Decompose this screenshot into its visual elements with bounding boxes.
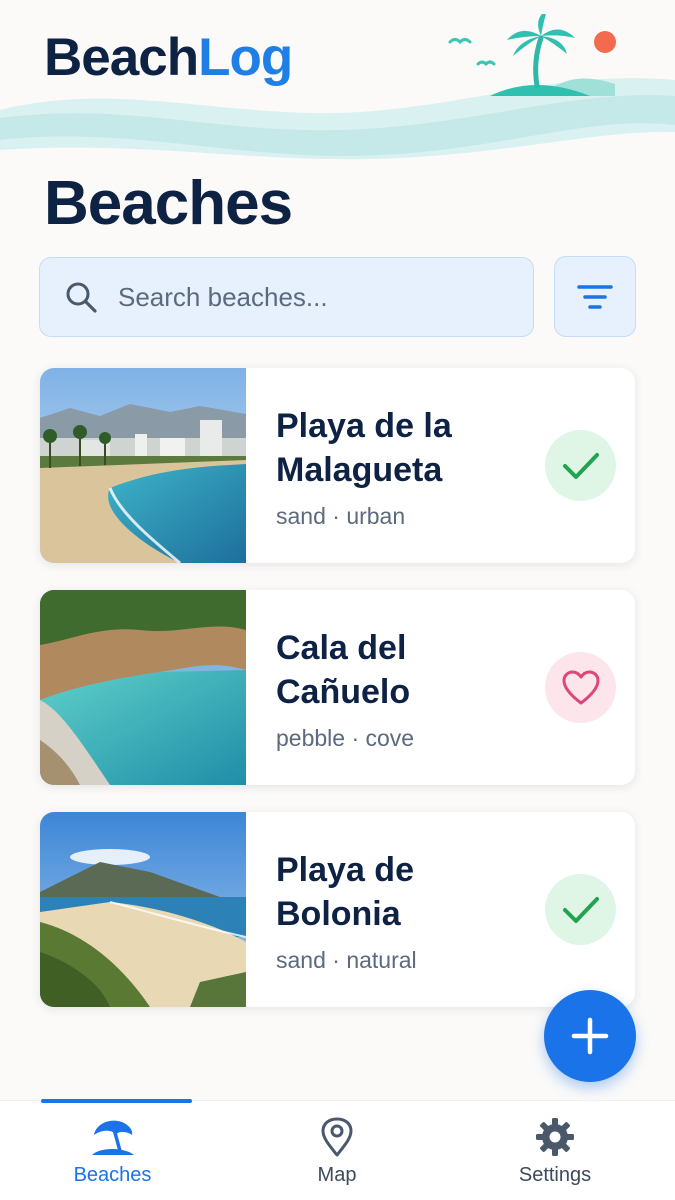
- nav-tab-beaches[interactable]: Beaches: [41, 1101, 184, 1200]
- search-bar[interactable]: [39, 257, 534, 337]
- beach-name: Playa de Bolonia: [276, 851, 414, 933]
- page-title: Beaches: [44, 169, 293, 238]
- app-logo: BeachLog: [44, 26, 293, 90]
- beach-umbrella-icon: [91, 1120, 134, 1155]
- check-icon: [562, 896, 599, 923]
- logo-part-beach: Beach: [44, 28, 199, 87]
- map-pin-icon: [321, 1117, 353, 1157]
- filter-icon: [577, 284, 613, 309]
- beach-card[interactable]: Playa de Bolonia sand · natural: [40, 812, 635, 1007]
- beach-photo: [40, 590, 246, 785]
- bottom-navigation: Beaches Map Settings: [0, 1099, 675, 1200]
- filter-button[interactable]: [554, 256, 636, 337]
- beach-tags: pebble · cove: [276, 725, 415, 751]
- nav-tab-settings[interactable]: Settings: [505, 1101, 605, 1200]
- nav-tab-label: Map: [317, 1164, 357, 1186]
- nav-tab-map[interactable]: Map: [287, 1101, 387, 1200]
- logo-part-log: Log: [198, 28, 293, 87]
- nav-tab-label: Settings: [518, 1164, 592, 1186]
- visited-status-button[interactable]: [545, 874, 616, 945]
- beach-card[interactable]: Cala del Cañuelo pebble · cove: [40, 590, 635, 785]
- beach-name: Cala del Cañuelo: [276, 629, 411, 711]
- beach-name: Playa de la Malagueta: [276, 407, 452, 489]
- search-icon: [66, 282, 97, 313]
- search-input[interactable]: [118, 281, 498, 313]
- gear-icon: [536, 1118, 574, 1156]
- plus-icon: [571, 1017, 609, 1055]
- add-beach-button[interactable]: [544, 990, 636, 1082]
- visited-status-button[interactable]: [545, 430, 616, 501]
- beach-card[interactable]: Playa de la Malagueta sand · urban: [40, 368, 635, 563]
- beach-tags: sand · urban: [276, 503, 406, 529]
- nav-tab-label: Beaches: [73, 1164, 152, 1186]
- heart-icon: [562, 670, 599, 704]
- check-icon: [562, 452, 599, 479]
- beach-photo: [40, 812, 246, 1007]
- beach-photo: [40, 368, 246, 563]
- wishlist-status-button[interactable]: [545, 652, 616, 723]
- island-palm-illustration: [448, 14, 616, 96]
- beach-tags: sand · natural: [276, 947, 417, 973]
- app-header: BeachLog: [0, 0, 675, 170]
